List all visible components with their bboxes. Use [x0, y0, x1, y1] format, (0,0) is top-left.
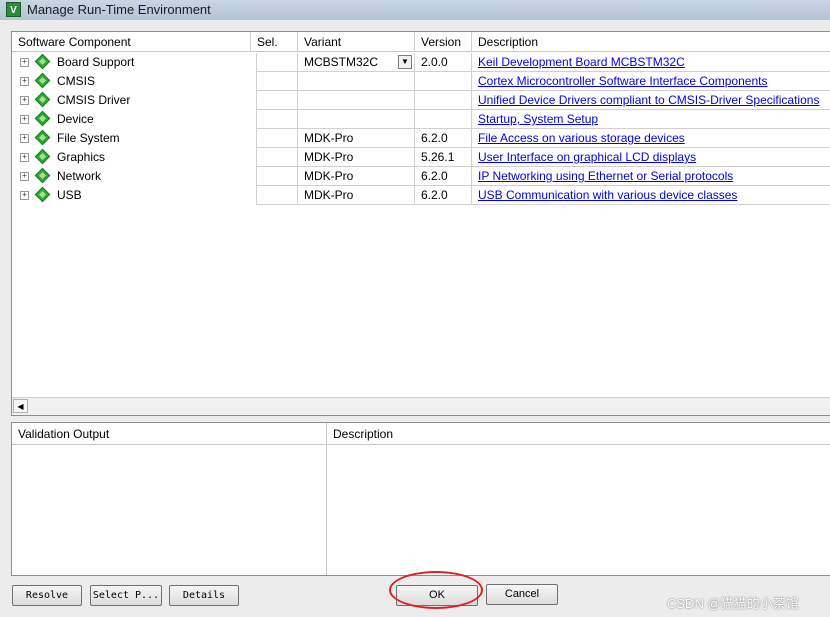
table-row[interactable]: + Device Startup, System Setup	[12, 110, 830, 129]
description-link[interactable]: File Access on various storage devices	[472, 129, 830, 148]
table-row[interactable]: + File System MDK-Pro 6.2.0 File Access on v…	[12, 129, 830, 148]
table-row[interactable]: + CMSIS Driver Unified Device Drivers comp…	[12, 91, 830, 110]
variant-cell[interactable]: MDK-Pro	[298, 167, 415, 186]
window-title: Manage Run-Time Environment	[27, 2, 211, 17]
description-link[interactable]: Cortex Microcontroller Software Interfac…	[472, 72, 830, 91]
table-row[interactable]: + Board Support MCBSTM32C ▼ 2.0.0 Keil Develo…	[12, 53, 830, 72]
component-name[interactable]: Device	[57, 110, 94, 129]
validation-panel: Validation Output Description	[11, 422, 830, 576]
version-cell: 2.0.0	[415, 53, 472, 72]
description-link[interactable]: Startup, System Setup	[472, 110, 830, 129]
expand-icon[interactable]: +	[20, 96, 29, 105]
cancel-button[interactable]: Cancel	[486, 584, 558, 605]
sel-cell[interactable]	[256, 167, 298, 186]
expand-icon[interactable]: +	[20, 153, 29, 162]
component-name[interactable]: USB	[57, 186, 82, 205]
component-gem-icon	[34, 53, 51, 70]
sel-cell[interactable]	[256, 72, 298, 91]
variant-value: MDK-Pro	[304, 131, 354, 145]
variant-cell[interactable]	[298, 110, 415, 129]
expand-icon[interactable]: +	[20, 134, 29, 143]
component-gem-icon	[34, 186, 51, 203]
version-cell: 5.26.1	[415, 148, 472, 167]
expand-icon[interactable]: +	[20, 191, 29, 200]
watermark: CSDN @猫猫的小茶馆	[667, 596, 799, 611]
version-cell: 6.2.0	[415, 167, 472, 186]
component-gem-icon	[34, 129, 51, 146]
description-link[interactable]: Keil Development Board MCBSTM32C	[472, 53, 830, 72]
variant-cell[interactable]	[298, 91, 415, 110]
description-link[interactable]: IP Networking using Ethernet or Serial p…	[472, 167, 830, 186]
scroll-left-arrow-icon[interactable]: ◀	[13, 399, 28, 413]
version-cell	[415, 110, 472, 129]
validation-output-list[interactable]	[12, 445, 326, 575]
expand-icon[interactable]: +	[20, 172, 29, 181]
variant-dropdown-icon[interactable]: ▼	[398, 55, 412, 69]
table-row[interactable]: + Graphics MDK-Pro 5.26.1 User Interface on …	[12, 148, 830, 167]
variant-cell[interactable]: MDK-Pro	[298, 186, 415, 205]
title-bar[interactable]: V Manage Run-Time Environment	[0, 0, 830, 21]
column-header-version[interactable]: Version	[415, 32, 471, 52]
expand-icon[interactable]: +	[20, 115, 29, 124]
ok-button[interactable]: OK	[396, 585, 478, 606]
component-gem-icon	[34, 110, 51, 127]
details-button[interactable]: Details	[169, 585, 239, 606]
validation-description-area	[327, 445, 830, 575]
variant-value: MCBSTM32C	[304, 55, 379, 69]
sel-cell[interactable]	[256, 110, 298, 129]
variant-cell[interactable]: MCBSTM32C ▼	[298, 53, 415, 72]
sel-cell[interactable]	[256, 129, 298, 148]
app-icon: V	[6, 2, 21, 17]
description-link[interactable]: Unified Device Drivers compliant to CMSI…	[472, 91, 830, 110]
validation-output-header: Validation Output	[12, 423, 326, 445]
description-link[interactable]: User Interface on graphical LCD displays	[472, 148, 830, 167]
component-name[interactable]: Network	[57, 167, 101, 186]
sel-cell[interactable]	[256, 186, 298, 205]
variant-value: MDK-Pro	[304, 169, 354, 183]
select-packs-button[interactable]: Select P...	[90, 585, 162, 606]
sel-cell[interactable]	[256, 91, 298, 110]
column-header-component[interactable]: Software Component	[12, 32, 250, 52]
version-cell: 6.2.0	[415, 129, 472, 148]
variant-cell[interactable]: MDK-Pro	[298, 148, 415, 167]
component-gem-icon	[34, 72, 51, 89]
component-gem-icon	[34, 167, 51, 184]
column-header-variant[interactable]: Variant	[298, 32, 414, 52]
expand-icon[interactable]: +	[20, 58, 29, 67]
resolve-button[interactable]: Resolve	[12, 585, 82, 606]
expand-icon[interactable]: +	[20, 77, 29, 86]
version-cell	[415, 91, 472, 110]
table-row[interactable]: + Network MDK-Pro 6.2.0 IP Networking using …	[12, 167, 830, 186]
variant-value: MDK-Pro	[304, 150, 354, 164]
variant-cell[interactable]: MDK-Pro	[298, 129, 415, 148]
sel-cell[interactable]	[256, 148, 298, 167]
component-name[interactable]: CMSIS	[57, 72, 95, 91]
version-cell: 6.2.0	[415, 186, 472, 205]
version-cell	[415, 72, 472, 91]
component-tree-table: Software Component Sel. Variant Version …	[11, 31, 830, 416]
variant-cell[interactable]	[298, 72, 415, 91]
component-name[interactable]: Graphics	[57, 148, 105, 167]
component-gem-icon	[34, 91, 51, 108]
column-header-sel[interactable]: Sel.	[251, 32, 297, 52]
table-row[interactable]: + CMSIS Cortex Microcontroller Software In…	[12, 72, 830, 91]
component-name[interactable]: Board Support	[57, 53, 134, 72]
component-name[interactable]: CMSIS Driver	[57, 91, 130, 110]
variant-value: MDK-Pro	[304, 188, 354, 202]
component-gem-icon	[34, 148, 51, 165]
validation-description-header: Description	[327, 423, 830, 445]
description-link[interactable]: USB Communication with various device cl…	[472, 186, 830, 205]
component-name[interactable]: File System	[57, 129, 120, 148]
horizontal-scrollbar[interactable]: ◀	[12, 397, 830, 415]
sel-cell[interactable]	[256, 53, 298, 72]
column-header-description[interactable]: Description	[472, 32, 830, 52]
table-row[interactable]: + USB MDK-Pro 6.2.0 USB Communication with v…	[12, 186, 830, 205]
